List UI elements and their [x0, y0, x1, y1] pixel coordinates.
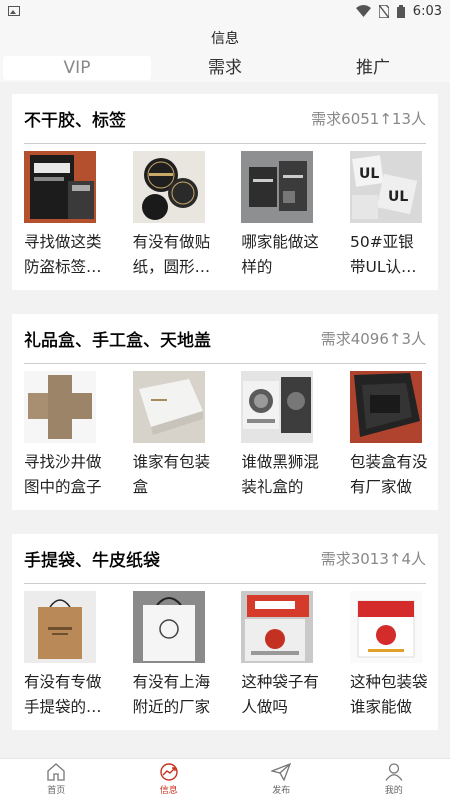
user-icon	[385, 763, 403, 781]
request-thumbnail: UL UL	[349, 151, 422, 223]
home-icon	[47, 763, 65, 781]
svg-text:UL: UL	[388, 189, 408, 205]
request-thumbnail	[241, 371, 314, 443]
category-stats: 需求4096↑3人	[320, 330, 426, 348]
request-thumbnail	[241, 151, 314, 223]
battery-icon	[396, 4, 405, 18]
status-bar: 6:03	[0, 0, 450, 22]
request-item[interactable]: 寻找沙井做图中的盒子	[24, 371, 102, 500]
request-text: 包装盒有没有厂家做	[349, 453, 428, 496]
request-item[interactable]: UL UL 50#亚银带UL认证的标签	[349, 151, 426, 280]
request-item[interactable]: 谁做黑狮混装礼盒的	[241, 371, 319, 500]
request-item[interactable]: 这种袋子有人做吗	[241, 591, 319, 720]
category-card: 手提袋、牛皮纸袋 需求3013↑4人 有没有专做手提袋的厂家 有没有上海附近的厂…	[12, 534, 438, 730]
request-thumbnail	[132, 591, 205, 663]
request-text: 有没有专做手提袋的厂家	[24, 673, 102, 716]
feed: 不干胶、标签 需求6051↑13人 寻找做这类防盗标签的厂家 有没有做贴纸，圆形…	[12, 94, 438, 754]
send-icon	[271, 763, 292, 781]
request-item[interactable]: 包装盒有没有厂家做	[349, 371, 428, 500]
nav-info[interactable]: 信息	[113, 759, 226, 800]
category-title: 礼品盒、手工盒、天地盖	[24, 331, 211, 351]
bottom-nav: 首页 信息 发布 我的	[0, 758, 450, 800]
nav-home[interactable]: 首页	[0, 759, 113, 800]
nav-mine-label: 我的	[384, 786, 403, 796]
request-text: 这种包装袋谁家能做	[349, 673, 428, 716]
page-title: 信息	[211, 31, 239, 47]
request-text: 哪家能做这样的	[241, 233, 319, 276]
nav-home-label: 首页	[47, 786, 66, 796]
request-thumbnail	[24, 591, 96, 663]
request-thumbnail	[24, 371, 96, 443]
clock: 6:03	[412, 3, 442, 19]
trend-icon	[160, 763, 178, 781]
header: 信息	[0, 22, 450, 54]
image-notification-icon	[8, 6, 20, 16]
category-title: 手提袋、牛皮纸袋	[24, 551, 160, 571]
nav-info-label: 信息	[159, 786, 178, 796]
category-header[interactable]: 手提袋、牛皮纸袋 需求3013↑4人	[24, 534, 426, 584]
tab-demand[interactable]: 需求	[151, 56, 299, 80]
category-title: 不干胶、标签	[24, 111, 126, 131]
tab-promotion[interactable]: 推广	[299, 56, 447, 80]
request-thumbnail	[241, 591, 314, 663]
request-text: 寻找沙井做图中的盒子	[24, 453, 102, 496]
svg-text:UL: UL	[359, 166, 379, 182]
nav-mine[interactable]: 我的	[338, 759, 450, 800]
request-text: 50#亚银带UL认证的标签	[349, 233, 417, 276]
tab-vip[interactable]: VIP	[3, 56, 151, 80]
category-stats: 需求3013↑4人	[320, 550, 426, 568]
request-item[interactable]: 这种包装袋谁家能做	[349, 591, 428, 720]
category-stats: 需求6051↑13人	[311, 110, 426, 128]
category-header[interactable]: 不干胶、标签 需求6051↑13人	[24, 94, 426, 144]
request-thumbnail	[349, 591, 422, 663]
request-thumbnail	[349, 371, 422, 443]
request-text: 这种袋子有人做吗	[241, 673, 319, 716]
request-text: 谁做黑狮混装礼盒的	[241, 453, 319, 496]
category-card: 礼品盒、手工盒、天地盖 需求4096↑3人 寻找沙井做图中的盒子 谁家有包装盒	[12, 314, 438, 510]
no-sim-icon	[378, 4, 389, 18]
request-item[interactable]: 有没有专做手提袋的厂家	[24, 591, 102, 720]
request-item[interactable]: 有没有做贴纸，圆形黑色的	[132, 151, 211, 280]
request-thumbnail	[24, 151, 96, 223]
request-item[interactable]: 有没有上海附近的厂家	[132, 591, 211, 720]
category-card: 不干胶、标签 需求6051↑13人 寻找做这类防盗标签的厂家 有没有做贴纸，圆形…	[12, 94, 438, 290]
request-thumbnail	[132, 371, 205, 443]
wifi-icon	[355, 5, 371, 17]
tab-bar: VIP 需求 推广	[0, 54, 450, 82]
request-text: 有没有做贴纸，圆形黑色的	[132, 233, 211, 276]
request-text: 谁家有包装盒	[132, 453, 211, 496]
request-text: 寻找做这类防盗标签的厂家	[24, 233, 102, 276]
request-item[interactable]: 寻找做这类防盗标签的厂家	[24, 151, 102, 280]
request-text: 有没有上海附近的厂家	[132, 673, 211, 716]
request-thumbnail	[132, 151, 205, 223]
nav-publish[interactable]: 发布	[225, 759, 338, 800]
request-item[interactable]: 哪家能做这样的	[241, 151, 319, 280]
nav-publish-label: 发布	[272, 786, 291, 796]
category-header[interactable]: 礼品盒、手工盒、天地盖 需求4096↑3人	[24, 314, 426, 364]
request-item[interactable]: 谁家有包装盒	[132, 371, 211, 500]
